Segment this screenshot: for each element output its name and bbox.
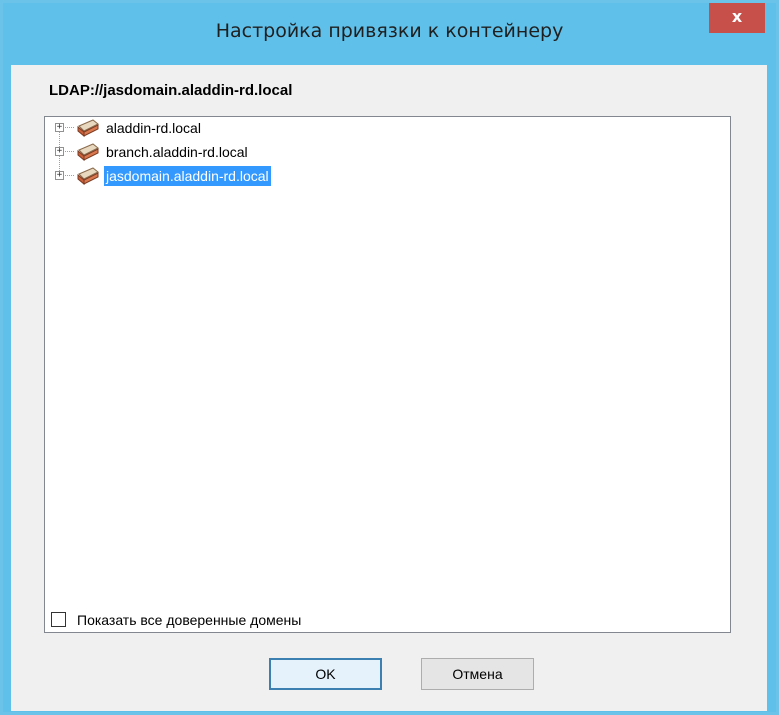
expand-icon[interactable]: + — [55, 171, 64, 180]
domain-icon — [77, 143, 99, 162]
show-all-trusted-checkbox[interactable] — [51, 612, 66, 627]
show-all-trusted-label[interactable]: Показать все доверенные домены — [77, 610, 301, 630]
dialog-window: Настройка привязки к контейнеру x LDAP:/… — [0, 0, 779, 715]
title-bar[interactable]: Настройка привязки к контейнеру x — [3, 3, 776, 65]
cancel-button[interactable]: Отмена — [421, 658, 534, 690]
dialog-title: Настройка привязки к контейнеру — [215, 20, 564, 42]
tree-connector — [65, 151, 74, 152]
domain-icon — [77, 167, 99, 186]
domain-tree[interactable]: + aladdin-rd.local + branch.aladdin-rd.l… — [44, 116, 731, 633]
dialog-body: LDAP://jasdomain.aladdin-rd.local + alad… — [11, 65, 767, 711]
tree-item-label-selected[interactable]: jasdomain.aladdin-rd.local — [104, 166, 271, 186]
ldap-path-label: LDAP://jasdomain.aladdin-rd.local — [49, 82, 293, 99]
tree-connector — [65, 175, 74, 176]
expand-icon[interactable]: + — [55, 147, 64, 156]
ok-button[interactable]: OK — [269, 658, 382, 690]
tree-connector — [65, 127, 74, 128]
tree-item-label[interactable]: branch.aladdin-rd.local — [104, 142, 250, 162]
close-button[interactable]: x — [709, 3, 765, 33]
domain-icon — [77, 119, 99, 138]
tree-item-label[interactable]: aladdin-rd.local — [104, 118, 203, 138]
expand-icon[interactable]: + — [55, 123, 64, 132]
